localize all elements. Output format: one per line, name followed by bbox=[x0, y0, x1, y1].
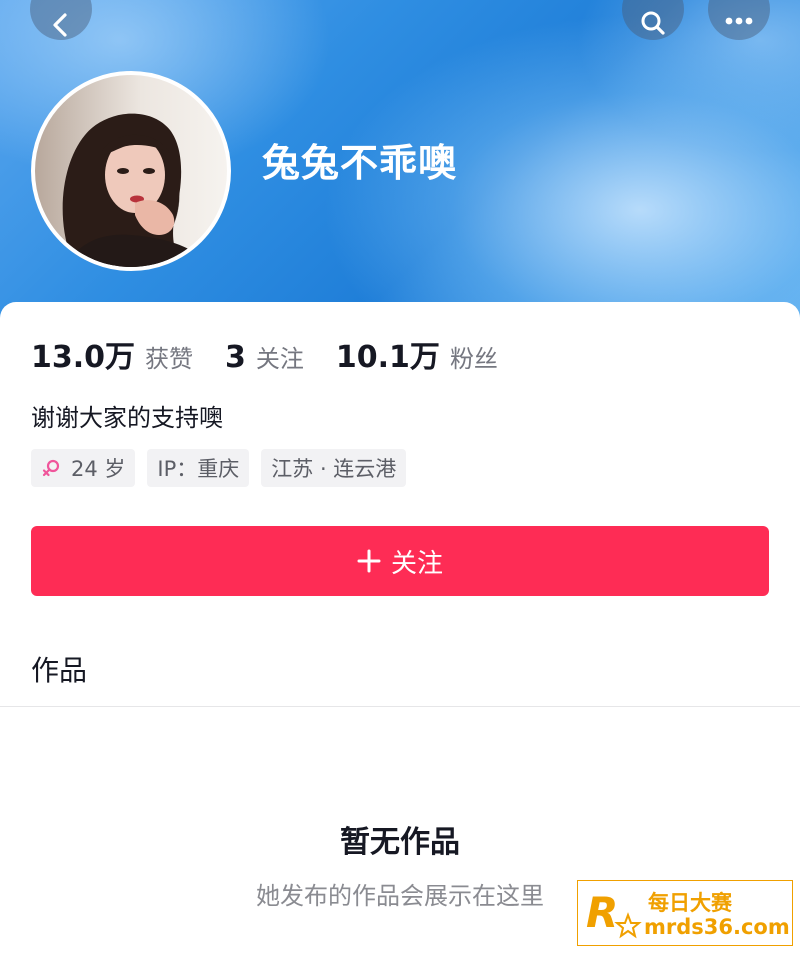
profile-cover: 兔兔不乖噢 bbox=[0, 0, 800, 330]
more-button[interactable] bbox=[708, 0, 770, 40]
watermark: R 每日大赛 mrds36.com bbox=[577, 880, 793, 946]
tag-age: 24 岁 bbox=[31, 449, 136, 487]
back-button[interactable] bbox=[30, 0, 92, 40]
tab-works[interactable]: 作品 bbox=[31, 649, 87, 689]
more-dots-icon bbox=[722, 0, 756, 41]
svg-text:R: R bbox=[586, 888, 618, 937]
stat-following[interactable]: 3 关注 bbox=[225, 339, 304, 375]
avatar[interactable] bbox=[31, 71, 231, 271]
female-icon bbox=[41, 458, 61, 478]
watermark-logo-icon: R bbox=[584, 887, 642, 945]
section-divider bbox=[0, 706, 800, 707]
stat-likes[interactable]: 13.0万 获赞 bbox=[31, 332, 193, 376]
follow-button-label: 关注 bbox=[390, 548, 443, 579]
empty-state-title: 暂无作品 bbox=[340, 825, 460, 860]
stat-following-label: 关注 bbox=[255, 345, 304, 373]
stat-followers[interactable]: 10.1万 粉丝 bbox=[336, 332, 498, 376]
tag-location-label: 江苏 · 连云港 bbox=[271, 457, 397, 481]
search-button[interactable] bbox=[622, 0, 684, 40]
watermark-line1: 每日大赛 bbox=[648, 891, 732, 915]
profile-tags: 24 岁 IP：重庆 江苏 · 连云港 bbox=[31, 449, 418, 487]
stat-likes-value: 13.0万 bbox=[31, 340, 136, 375]
watermark-line2: mrds36.com bbox=[644, 915, 790, 939]
profile-card: 13.0万 获赞 3 关注 10.1万 粉丝 谢谢大家的支持噢 24 岁 IP：… bbox=[0, 302, 800, 953]
follow-button[interactable]: 关注 bbox=[31, 526, 769, 596]
stat-followers-label: 粉丝 bbox=[449, 345, 498, 373]
stats-row: 13.0万 获赞 3 关注 10.1万 粉丝 bbox=[31, 332, 530, 376]
tag-location: 江苏 · 连云港 bbox=[261, 449, 407, 487]
profile-bio: 谢谢大家的支持噢 bbox=[31, 404, 223, 432]
chevron-left-icon bbox=[46, 0, 76, 41]
tag-ip: IP：重庆 bbox=[147, 449, 250, 487]
stat-following-value: 3 bbox=[225, 340, 246, 375]
tag-age-label: 24 岁 bbox=[71, 457, 126, 481]
profile-nickname: 兔兔不乖噢 bbox=[262, 141, 458, 185]
search-icon bbox=[638, 0, 668, 41]
stat-likes-label: 获赞 bbox=[145, 345, 194, 373]
tag-ip-label: IP：重庆 bbox=[157, 457, 240, 481]
plus-icon bbox=[357, 549, 381, 573]
stat-followers-value: 10.1万 bbox=[335, 340, 440, 375]
